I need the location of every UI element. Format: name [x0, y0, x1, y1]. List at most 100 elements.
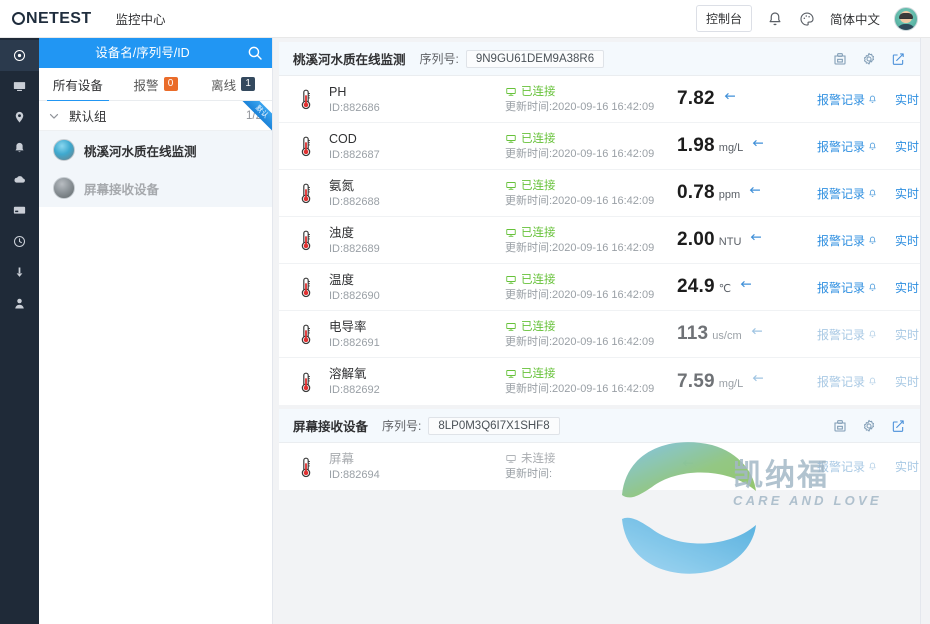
search-icon[interactable] [246, 44, 264, 62]
sensor-action-links: 报警记录实时曲线历史查询 [817, 138, 930, 155]
rail-item-monitor[interactable] [0, 71, 39, 102]
thermometer-icon-wrap [293, 321, 319, 347]
clipped-right-panel [920, 38, 930, 624]
sensor-action-links: 报警记录实时曲线历史查询 [817, 373, 930, 390]
action-link-bell[interactable]: 报警记录 [817, 185, 878, 202]
device-thumbnail [53, 177, 75, 199]
tab-alarm[interactable]: 报警 0 [117, 68, 195, 101]
sensor-value-cell: 0.78 ppm [677, 182, 817, 204]
device-thumbnail [53, 139, 75, 161]
monitor-icon [12, 79, 27, 94]
rail-item-dashboard[interactable] [0, 40, 39, 71]
bell-icon[interactable] [766, 10, 784, 28]
action-link-bell: 报警记录 [817, 373, 878, 390]
thermometer-icon-wrap [293, 369, 319, 395]
connection-status: 已连接 更新时间:2020-09-16 16:42:09 [505, 319, 677, 350]
rail-item-card[interactable] [0, 195, 39, 226]
device-group-row[interactable]: 默认组 1/2 默认 [39, 101, 272, 133]
sensor-meta: 电导率 ID:882691 [319, 318, 505, 351]
action-link-bell[interactable]: 报警记录 [817, 232, 878, 249]
update-time: 更新时间:2020-09-16 16:42:09 [505, 194, 655, 207]
sensor-unit: mg/L [718, 142, 744, 154]
page-title: 监控中心 [115, 13, 166, 27]
monitor-status-icon [506, 455, 516, 463]
sensor-meta: 屏幕 ID:882694 [319, 450, 505, 483]
rail-item-cloud[interactable] [0, 164, 39, 195]
trend-arrow-icon-wrap [680, 457, 696, 476]
gear-icon[interactable] [861, 51, 877, 67]
sensor-row: 温度 ID:882690 已连接 更新时间:2020-09-16 16:42:09 24… [279, 264, 930, 311]
connection-status-line: 已连接 [505, 131, 677, 147]
thermometer-icon-wrap [293, 180, 319, 206]
connection-status: 已连接更新时间:2020-09-16 16:42:09 [505, 272, 677, 303]
group-online-count: 1/2 [246, 109, 262, 122]
bell-icon [12, 141, 27, 156]
bell-icon [869, 95, 876, 103]
connection-status: 已连接 更新时间:2020-09-16 16:42:09 [505, 131, 677, 162]
device-card-header: 屏幕接收设备 序列号: 8LP0M3Q6I7X1SHF8 [279, 409, 920, 443]
sensor-action-links: 报警记录实时曲线历史查询 [817, 326, 930, 343]
thermometer-icon [301, 277, 311, 298]
bell-icon [869, 377, 876, 385]
update-time: 更新时间:2020-09-16 16:42:09 [505, 288, 655, 301]
tab-all-devices[interactable]: 所有设备 [39, 68, 117, 102]
serial-number-value[interactable]: 8LP0M3Q6I7X1SHF8 [428, 416, 560, 435]
tab-offline[interactable]: 离线 1 [194, 68, 272, 101]
palette-icon[interactable] [798, 10, 816, 28]
device-list-item-2[interactable]: 屏幕接收设备 [39, 169, 272, 207]
device-search-bar [39, 38, 272, 68]
avatar[interactable] [894, 6, 918, 31]
sensor-rows-1: PH ID:882686 已连接 更新时间:2020-09-16 16:42:09 7.… [279, 76, 930, 405]
connection-status-text: 已连接 [521, 273, 556, 286]
serial-number-value[interactable]: 9N9GU61DEM9A38R6 [465, 49, 605, 68]
rail-item-download[interactable] [0, 257, 39, 288]
thermometer-icon-wrap [293, 454, 319, 480]
serial-number-label: 序列号: [419, 52, 459, 66]
sensor-unit: mg/L [718, 377, 744, 390]
search-input[interactable] [39, 46, 246, 60]
watermark-en: CARE AND LOVE [733, 493, 882, 508]
rail-item-history[interactable] [0, 226, 39, 257]
edit-icon[interactable] [890, 51, 906, 67]
sensor-value: 2.00 [677, 229, 715, 250]
sensor-row: PH ID:882686 已连接 更新时间:2020-09-16 16:42:09 7.… [279, 76, 930, 123]
action-link-bell[interactable]: 报警记录 [817, 138, 878, 155]
sensor-unit: us/cm [712, 330, 742, 342]
trend-arrow-icon-wrap [748, 231, 764, 250]
chevron-down-icon [47, 109, 61, 123]
save-icon[interactable] [832, 51, 848, 67]
action-link-bell: 报警记录 [817, 326, 878, 343]
thermometer-icon [301, 89, 311, 110]
trend-arrow-icon-wrap [750, 137, 766, 156]
bell-icon [869, 142, 876, 150]
language-selector[interactable]: 简体中文 [830, 9, 880, 28]
bell-icon [869, 189, 876, 197]
save-icon[interactable] [832, 418, 848, 434]
serial-number-label: 序列号: [382, 419, 422, 433]
connection-status: 已连接 更新时间:2020-09-16 16:42:09 [505, 225, 677, 256]
connection-status-text: 已连接 [521, 368, 556, 380]
monitor-status-icon [506, 275, 516, 284]
rail-item-location[interactable] [0, 102, 39, 133]
brand-logo[interactable]: NETEST [12, 10, 92, 28]
action-link-bell[interactable]: 报警记录 [817, 91, 878, 108]
update-time: 更新时间:2020-09-16 16:42:09 [505, 241, 655, 254]
gear-icon[interactable] [861, 418, 877, 434]
sensor-value: 113 [677, 323, 709, 344]
device-list-item-1[interactable]: 桃溪河水质在线监测 [39, 131, 272, 169]
location-pin-icon [12, 110, 27, 125]
action-link-bell[interactable]: 报警记录 [817, 279, 878, 296]
device-card-title: 屏幕接收设备 [293, 420, 369, 434]
sensor-unit: ppm [718, 189, 741, 201]
thermometer-icon [301, 230, 311, 251]
console-button[interactable]: 控制台 [695, 5, 752, 32]
trend-arrow-icon [753, 139, 764, 146]
edit-icon[interactable] [890, 418, 906, 434]
action-link-label: 报警记录 [817, 92, 866, 107]
brand-circle-icon [12, 12, 25, 25]
avatar-body [896, 23, 916, 30]
user-icon [12, 296, 27, 311]
bell-icon [869, 462, 876, 470]
rail-item-alarm[interactable] [0, 133, 39, 164]
rail-item-user[interactable] [0, 288, 39, 319]
